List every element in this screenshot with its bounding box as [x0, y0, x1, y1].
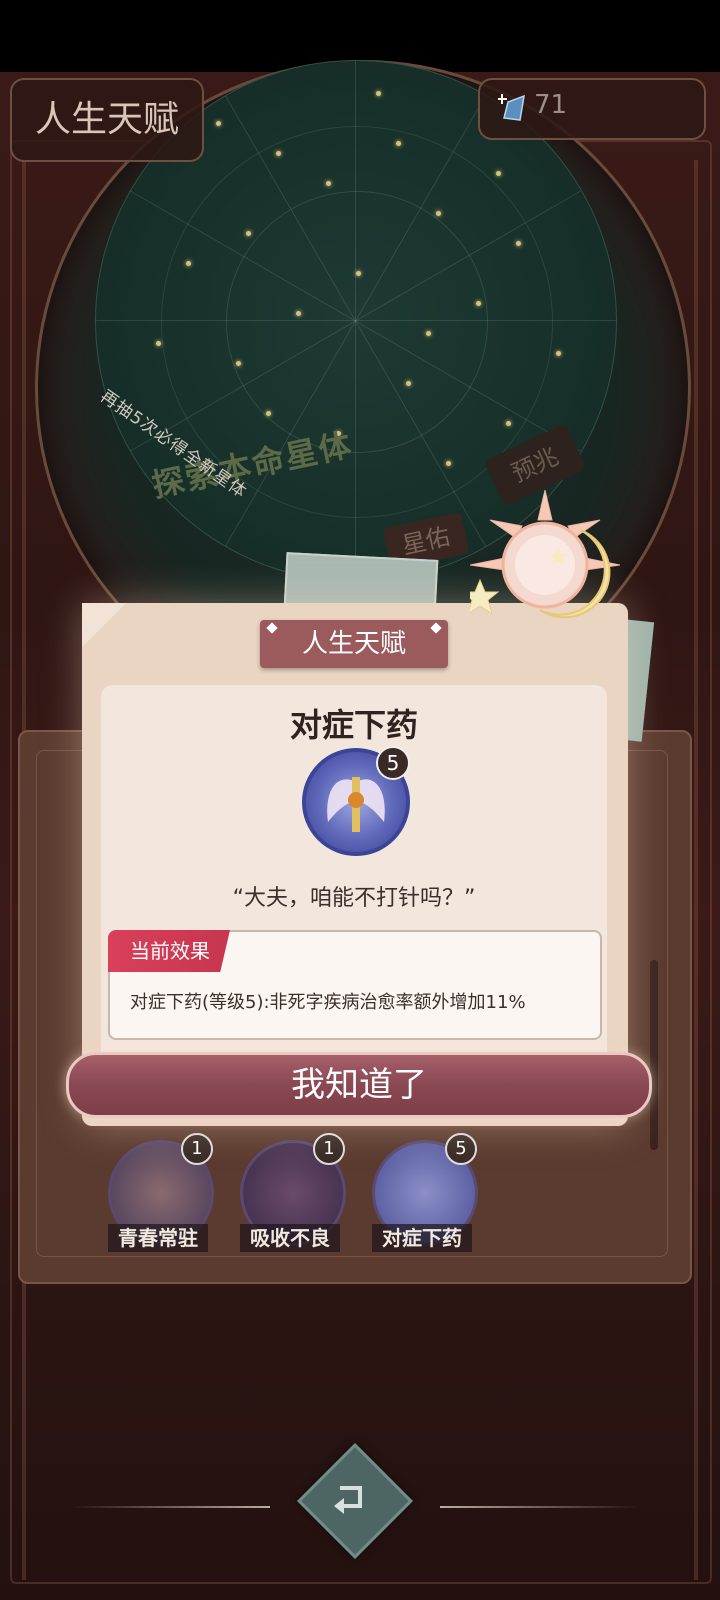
talent-label: 对症下药 — [372, 1224, 472, 1252]
sun-moon-icon — [470, 490, 620, 619]
talent-level-badge: 1 — [313, 1133, 345, 1165]
page-title: 人生天赋 — [10, 78, 204, 162]
talent-quote: “大夫，咱能不打针吗？” — [232, 886, 476, 911]
angel-wings-talent-icon: 5 — [302, 746, 410, 856]
nav-divider — [70, 1506, 270, 1508]
return-arrow-icon — [334, 1486, 362, 1514]
currency-value: 71 — [534, 90, 568, 120]
talent-level-badge: 5 — [445, 1133, 477, 1165]
right-pillar-decoration — [694, 160, 698, 1580]
scrollbar[interactable] — [650, 960, 658, 1150]
effect-description: 对症下药(等级5):非死字疾病治愈率额外增加11% — [130, 992, 526, 1013]
talent-label: 青春常驻 — [108, 1224, 208, 1252]
crystal-icon — [498, 94, 525, 121]
nav-divider — [440, 1506, 640, 1508]
currency-display[interactable]: 71 — [478, 78, 706, 140]
effect-tag: 当前效果 — [108, 930, 230, 972]
talent-level-badge: 5 — [376, 746, 410, 780]
confirm-button[interactable]: 我知道了 — [66, 1052, 652, 1118]
talent-name: 对症下药 — [289, 706, 418, 744]
dialog-header: 人生天赋 — [260, 620, 448, 668]
talent-label: 吸收不良 — [240, 1224, 340, 1252]
talent-level-badge: 1 — [181, 1133, 213, 1165]
